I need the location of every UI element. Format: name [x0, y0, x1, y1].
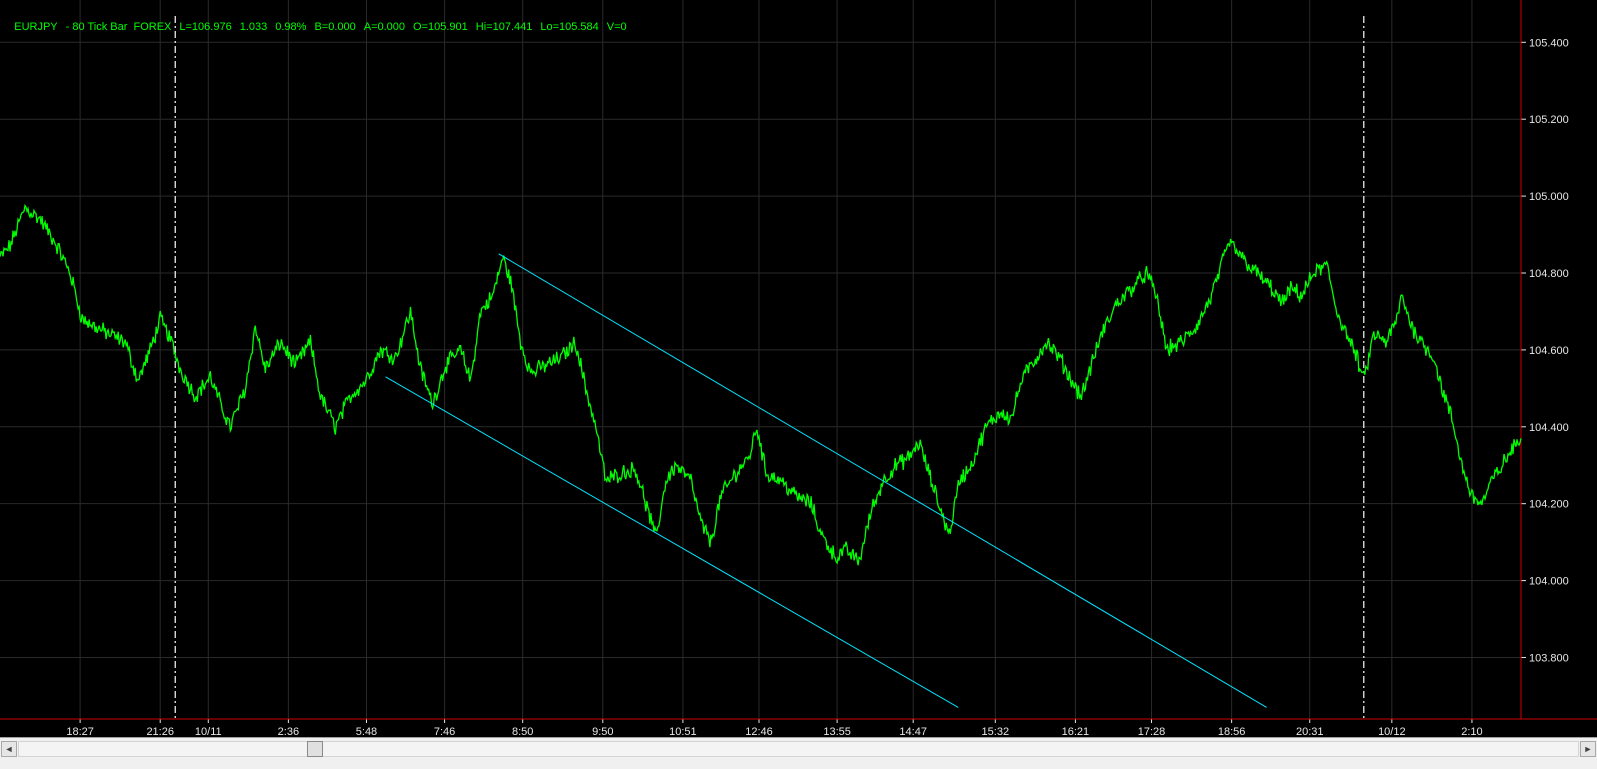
- scroll-track[interactable]: [18, 741, 1579, 757]
- bid-price: B=0.000: [314, 21, 356, 33]
- scroll-thumb[interactable]: [307, 741, 323, 757]
- chart-header: EURJPY - 80 Tick Bar FOREX L=106.976 1.033 0…: [0, 0, 635, 33]
- x-tick-label: 12:46: [745, 726, 773, 737]
- y-tick-label: 104.000: [1529, 576, 1569, 588]
- x-tick-label: 14:47: [899, 726, 927, 737]
- x-tick-label: 10/12: [1378, 726, 1406, 737]
- x-tick-label: 18:56: [1218, 726, 1246, 737]
- x-tick-label: 20:31: [1296, 726, 1324, 737]
- y-tick-label: 103.800: [1529, 652, 1569, 664]
- scroll-right-button[interactable]: ►: [1580, 741, 1596, 757]
- volume-value: V=0: [606, 21, 627, 33]
- y-tick-label: 104.400: [1529, 422, 1569, 434]
- y-tick-label: 105.000: [1529, 191, 1569, 203]
- high-price: Hi=107.441: [475, 21, 533, 33]
- arrow-left-icon: ◄: [4, 744, 14, 754]
- x-tick-label: 13:55: [823, 726, 851, 737]
- x-tick-label: 8:50: [512, 726, 533, 737]
- y-tick-label: 104.200: [1529, 499, 1569, 511]
- symbol-label: EURJPY: [14, 21, 58, 33]
- low-price: Lo=105.584: [540, 21, 599, 33]
- horizontal-scrollbar[interactable]: ◄ ►: [0, 737, 1597, 769]
- x-tick-label: 17:28: [1138, 726, 1166, 737]
- chart-canvas[interactable]: 105.400 105.200 105.000 104.800 104.600 104.4…: [0, 0, 1597, 737]
- open-price: O=105.901: [413, 21, 468, 33]
- x-tick-label: 9:50: [592, 726, 613, 737]
- x-tick-label: 16:21: [1062, 726, 1090, 737]
- x-tick-label: 15:32: [982, 726, 1010, 737]
- percent-change: 0.98%: [275, 21, 307, 33]
- last-price: L=106.976: [179, 21, 232, 33]
- net-change: 1.033: [239, 21, 268, 33]
- x-tick-label: 7:46: [434, 726, 455, 737]
- y-tick-label: 104.600: [1529, 345, 1569, 357]
- x-tick-label: 2:10: [1461, 726, 1482, 737]
- y-tick-label: 105.200: [1529, 114, 1569, 126]
- scroll-left-button[interactable]: ◄: [1, 741, 17, 757]
- y-tick-label: 104.800: [1529, 268, 1569, 280]
- x-tick-label: 2:36: [278, 726, 299, 737]
- ask-price: A=0.000: [363, 21, 406, 33]
- x-tick-label: 10/11: [195, 726, 222, 737]
- tick-chart[interactable]: 105.400 105.200 105.000 104.800 104.600 104.4…: [0, 0, 1597, 769]
- arrow-right-icon: ►: [1583, 744, 1593, 754]
- x-tick-label: 5:48: [356, 726, 377, 737]
- x-tick-label: 21:26: [146, 726, 174, 737]
- y-tick-label: 105.400: [1529, 37, 1569, 49]
- bar-type-label: - 80 Tick Bar FOREX: [65, 21, 172, 33]
- x-tick-label: 18:27: [66, 726, 94, 737]
- x-tick-label: 10:51: [669, 726, 697, 737]
- price-series-line: [0, 203, 1522, 566]
